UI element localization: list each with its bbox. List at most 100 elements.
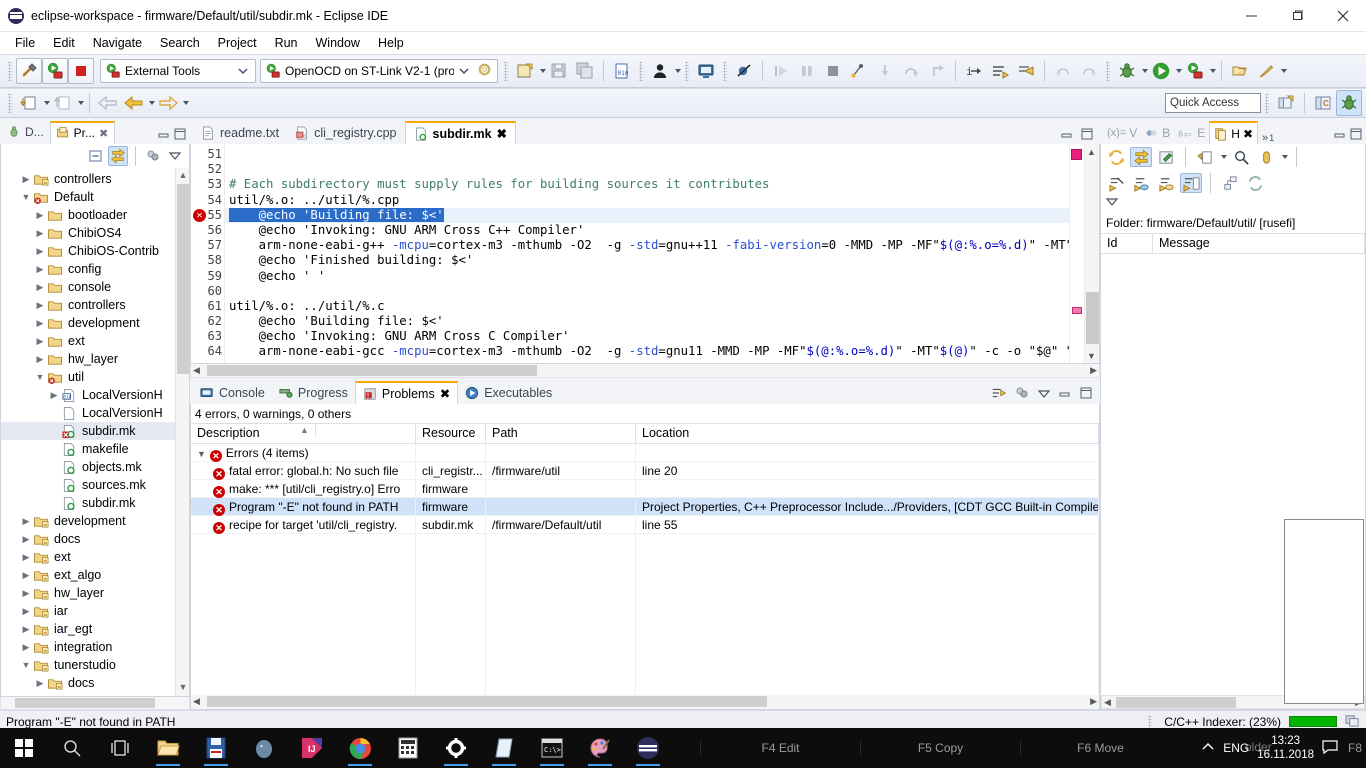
search-icon[interactable]: [1230, 147, 1252, 167]
tree-item-iar-egt[interactable]: ▶ iar_egt: [1, 620, 189, 638]
skip-breakpoints-button[interactable]: [731, 58, 757, 84]
collapse-all-icon[interactable]: [1105, 173, 1127, 193]
tree-item-chibios-contrib[interactable]: ▶ ChibiOS-Contrib: [1, 242, 189, 260]
editor-text[interactable]: # Each subdirectory must supply rules fo…: [225, 144, 1069, 363]
show-desktop-label[interactable]: F8: [1348, 741, 1362, 755]
chevron-down-icon[interactable]: ▼: [197, 449, 206, 459]
tree-item-localversionh[interactable]: ▶ 010 LocalVersionH: [1, 386, 189, 404]
menu-help[interactable]: Help: [369, 34, 413, 52]
collapse-all-icon[interactable]: [86, 146, 106, 166]
close-icon[interactable]: ✖: [1243, 127, 1253, 141]
code-line[interactable]: [225, 284, 1069, 299]
tab-project-explorer[interactable]: Pr... ✖: [49, 121, 116, 144]
editor-hscroll-thumb[interactable]: [207, 365, 537, 376]
code-line[interactable]: @echo 'Building file: $<': [225, 207, 1069, 223]
run-external-tools-button[interactable]: [1182, 58, 1208, 84]
chevron-down-icon[interactable]: [233, 64, 253, 78]
problems-hscrollbar[interactable]: ◀ ▶: [191, 695, 1099, 709]
filter-caret[interactable]: [1282, 155, 1288, 159]
resume-button[interactable]: [768, 58, 794, 84]
code-line[interactable]: @echo 'Invoking: GNU ARM Cross C Compile…: [225, 329, 1069, 344]
tree-item-default[interactable]: ▼ Default: [1, 188, 189, 206]
tree-item-integration[interactable]: ▶ integration: [1, 638, 189, 656]
build-button[interactable]: [16, 58, 42, 84]
calculator-icon[interactable]: [384, 728, 432, 768]
stop-button[interactable]: [820, 58, 846, 84]
run-external-caret[interactable]: [1210, 69, 1216, 73]
column-header-message[interactable]: Message: [1153, 234, 1365, 253]
floppy-save-icon[interactable]: [192, 728, 240, 768]
run-external-tool-button[interactable]: [42, 58, 68, 84]
tree-item-subdir-mk[interactable]: subdir.mk: [1, 494, 189, 512]
step-back-button[interactable]: [1050, 58, 1076, 84]
chevron-down-icon[interactable]: ▼: [19, 192, 33, 202]
menu-edit[interactable]: Edit: [44, 34, 84, 52]
column-header-path[interactable]: Path: [486, 424, 636, 443]
filter-icon[interactable]: [143, 146, 163, 166]
code-line[interactable]: @echo ' ': [225, 269, 1069, 284]
filter-icon[interactable]: [1255, 147, 1277, 167]
tree-item-config[interactable]: ▶ config: [1, 260, 189, 278]
disconnect-button[interactable]: [846, 58, 872, 84]
tree-item-development[interactable]: ▶ development: [1, 512, 189, 530]
step-forward-button[interactable]: [1076, 58, 1102, 84]
forward-button[interactable]: [155, 90, 181, 116]
synchronize-icon[interactable]: [1244, 173, 1266, 193]
step-return-button[interactable]: [924, 58, 950, 84]
maximize-icon[interactable]: [1080, 127, 1094, 144]
language-indicator[interactable]: ENG: [1223, 741, 1249, 755]
tree-item-util[interactable]: ▼ util: [1, 368, 189, 386]
code-editor[interactable]: 51 52 53 54 55 ✕ 56 57 58 59 60 61 62 63 64 # Each sub…: [190, 144, 1100, 364]
tree-item-tunerstudio[interactable]: ▼ tunerstudio: [1, 656, 189, 674]
tree-item-controllers[interactable]: ▶ controllers: [1, 296, 189, 314]
perspective-debug-button[interactable]: [1336, 90, 1362, 116]
tab-breakpoints[interactable]: B: [1141, 121, 1174, 144]
tree-item-docs[interactable]: ▶ docs: [1, 674, 189, 692]
tab-variables[interactable]: (x)= V: [1103, 121, 1141, 144]
chevron-down-icon[interactable]: [454, 64, 474, 78]
hex-editor-button[interactable]: 010: [609, 58, 635, 84]
scroll-left-icon[interactable]: ◀: [1104, 697, 1111, 708]
fkey-f5-copy[interactable]: F5 Copy: [860, 741, 1020, 755]
scroll-right-icon[interactable]: ▶: [1090, 365, 1097, 376]
chevron-right-icon[interactable]: ▶: [33, 246, 47, 257]
problems-row[interactable]: ✕ recipe for target 'util/cli_registry. su…: [191, 515, 1099, 534]
forward-dropdown-caret[interactable]: [183, 101, 189, 105]
chevron-right-icon[interactable]: ▶: [19, 534, 33, 545]
tree-item-controllers[interactable]: ▶ controllers: [1, 170, 189, 188]
chevron-right-icon[interactable]: ▶: [33, 354, 47, 365]
code-line[interactable]: @echo 'Invoking: GNU ARM Cross C++ Compi…: [225, 223, 1069, 238]
editor-gutter[interactable]: 51 52 53 54 55 ✕ 56 57 58 59 60 61 62 63 64: [191, 144, 225, 363]
chevron-right-icon[interactable]: ▶: [33, 336, 47, 347]
debug-config-combo[interactable]: OpenOCD on ST-Link V2-1 (promp: [260, 59, 498, 83]
maximize-icon[interactable]: [1349, 127, 1363, 144]
close-icon[interactable]: ✖: [497, 126, 507, 141]
minimize-button[interactable]: [1228, 0, 1274, 32]
chevron-right-icon[interactable]: ▶: [33, 678, 47, 689]
chevron-right-icon[interactable]: ▶: [33, 264, 47, 275]
scroll-left-icon[interactable]: ◀: [193, 365, 200, 376]
tree-item-chibios4[interactable]: ▶ ChibiOS4: [1, 224, 189, 242]
action-center-icon[interactable]: [1322, 739, 1340, 758]
history-hscroll-thumb[interactable]: [1116, 697, 1236, 708]
error-overview-marker[interactable]: [1071, 149, 1082, 160]
paint-icon[interactable]: [576, 728, 624, 768]
editor-tab-cli-registry[interactable]: c cli_registry.cpp: [287, 121, 404, 144]
scroll-up-icon[interactable]: ▲: [178, 170, 188, 182]
run-button[interactable]: [1148, 58, 1174, 84]
search-button[interactable]: [1253, 58, 1279, 84]
editor-overview-ruler[interactable]: [1069, 144, 1084, 363]
tree-item-docs[interactable]: ▶ docs: [1, 530, 189, 548]
save-all-button[interactable]: [572, 58, 598, 84]
filters-icon[interactable]: [1014, 385, 1030, 404]
project-tree-vscrollbar[interactable]: ▲ ▼: [175, 168, 189, 696]
next-edit-caret[interactable]: [78, 101, 84, 105]
tree-item-hw-layer[interactable]: ▶ hw_layer: [1, 584, 189, 602]
problems-table[interactable]: Description Resource Path Location ▲ ▼ ✕ E…: [191, 423, 1099, 695]
tree-item-localversionh[interactable]: LocalVersionH: [1, 404, 189, 422]
problems-row[interactable]: ✕ make: *** [util/cli_registry.o] Erro fir…: [191, 479, 1099, 498]
incoming-mode-icon[interactable]: [1130, 173, 1152, 193]
suspend-button[interactable]: [794, 58, 820, 84]
problems-group-row[interactable]: ▼ ✕ Errors (4 items): [191, 444, 1099, 462]
external-tools-combo[interactable]: External Tools: [100, 59, 256, 83]
